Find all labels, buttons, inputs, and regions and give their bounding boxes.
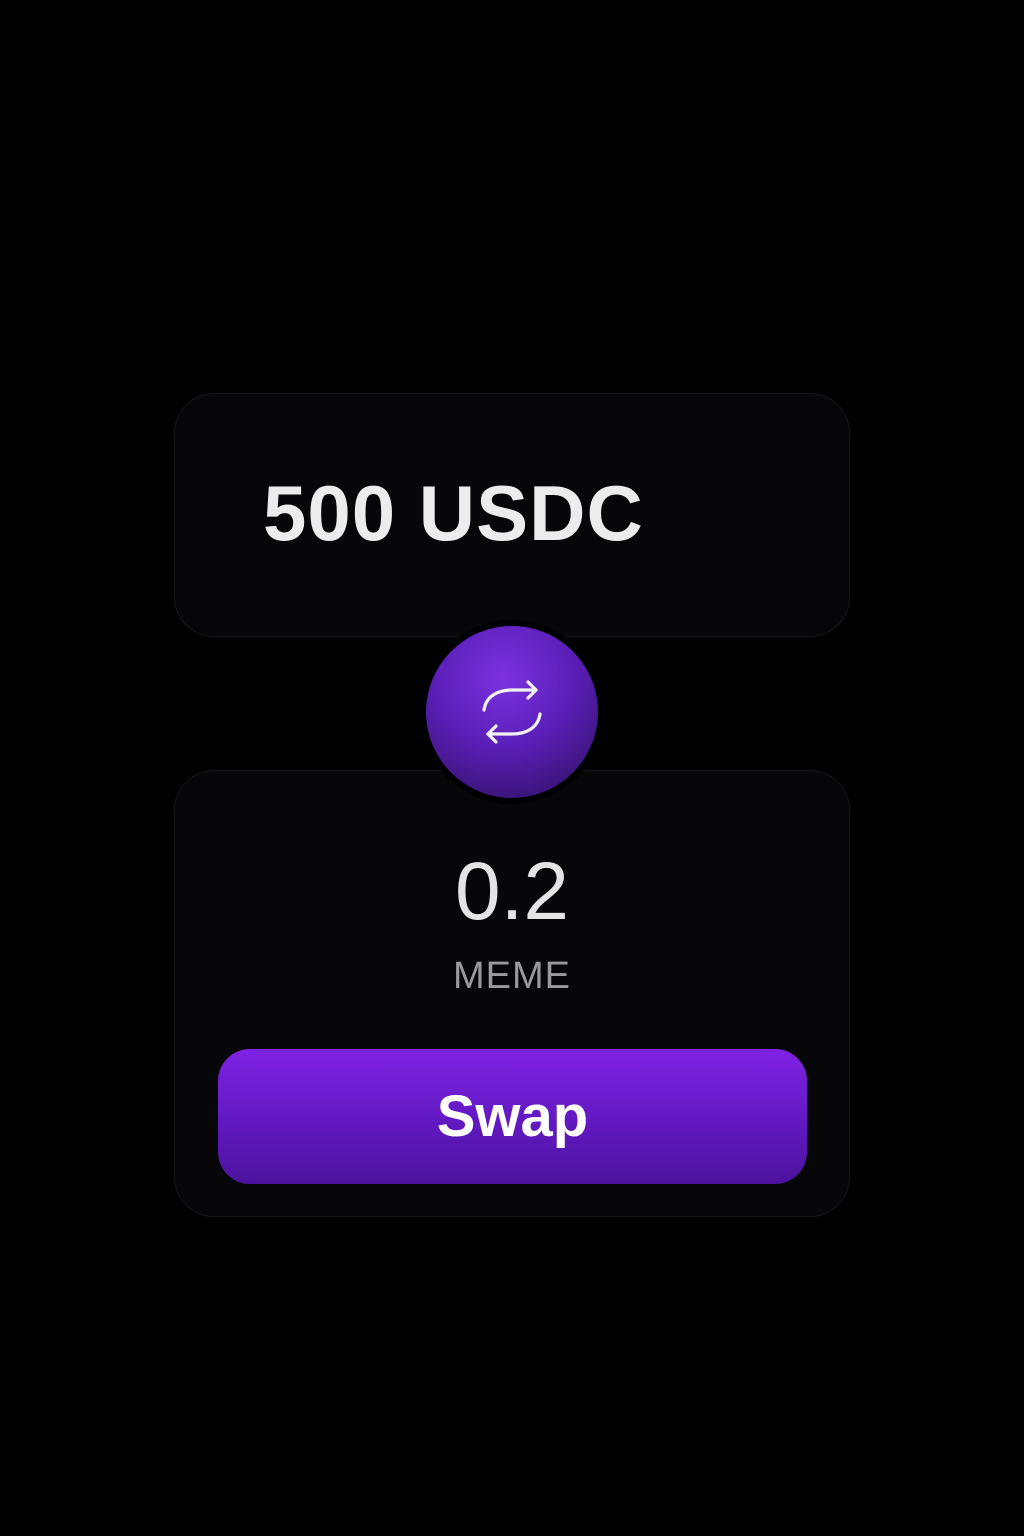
from-amount-input[interactable]: 500 USDC — [263, 474, 644, 552]
swap-direction-button[interactable] — [426, 626, 598, 798]
to-token-label: MEME — [453, 955, 571, 997]
from-card: 500 USDC — [174, 393, 850, 637]
swap-arrows-icon — [482, 680, 542, 744]
to-amount-value: 0.2 — [455, 846, 569, 937]
swap-button[interactable]: Swap — [218, 1049, 807, 1184]
to-card: 0.2 MEME Swap — [174, 770, 850, 1217]
